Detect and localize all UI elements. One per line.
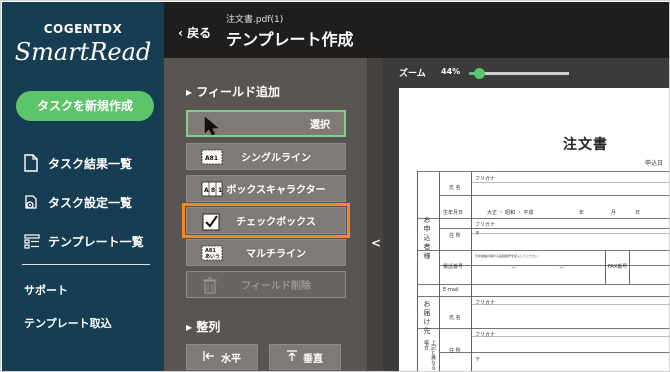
collapse-chevron-icon: < — [371, 236, 382, 250]
icon-text-single: A81 — [205, 155, 218, 162]
checkbox-button[interactable]: チェックボックス — [182, 203, 350, 238]
zoom-slider[interactable] — [469, 68, 569, 79]
box-character-button[interactable]: A81 ボックスキャラクター — [186, 175, 346, 202]
furigana-label: フリガナ — [475, 332, 496, 338]
box-character-icon: A81 — [201, 180, 223, 198]
align-vertical-button[interactable]: 垂直 — [269, 344, 341, 370]
phone-note: 日中連絡の取れる電話番号を記入してください — [475, 254, 538, 258]
postal-mark: 〒 — [475, 231, 481, 237]
delete-field-button[interactable]: フィールド削除 — [186, 271, 346, 298]
align-horizontal-button[interactable]: 水平 — [186, 344, 258, 370]
field-add-heading[interactable]: ▸ フィールド追加 — [186, 83, 280, 100]
section-delivery-note: 上記と異なる場合 — [423, 340, 436, 370]
fax-label: FAX番号 — [608, 264, 628, 270]
icon-text-multi: あいう — [205, 253, 220, 260]
furigana-label: フリガナ — [475, 176, 496, 182]
address-label: 住 所 — [449, 233, 461, 239]
panel-collapse-toggle[interactable]: < — [367, 58, 383, 371]
zoom-value: 44% — [441, 67, 461, 76]
back-button[interactable]: ‹ 戻る — [178, 24, 211, 41]
single-line-icon: A81 — [201, 148, 223, 166]
multi-line-button[interactable]: A81 あいう マルチライン — [186, 239, 346, 266]
address-label: 住 所 — [449, 348, 461, 354]
zoom-slider-thumb[interactable] — [474, 68, 485, 79]
phone-label: 電話番号 — [443, 264, 464, 270]
brand-logo[interactable]: SmartRead — [2, 38, 164, 66]
sidebar-item-task-results[interactable]: タスク結果一覧 — [24, 151, 132, 175]
phone-dash-1: － — [511, 265, 517, 271]
document-viewer: ズーム 44% 注文書 申込日 お申込者様 お届け先 上記と異なる場合 フリガナ… — [383, 58, 669, 371]
brand-company-text: COGENT — [43, 22, 103, 36]
section-applicant-label: お申込者様 — [423, 216, 431, 261]
section-delivery-label: お届け先 — [423, 300, 431, 336]
svg-text:8: 8 — [211, 187, 215, 194]
sidebar-item-task-settings[interactable]: タスク設定一覧 — [24, 190, 132, 214]
trash-icon — [201, 276, 221, 294]
align-horizontal-label: 水平 — [221, 353, 241, 365]
svg-text:A: A — [204, 187, 209, 194]
furigana-label: フリガナ — [475, 222, 496, 228]
field-panel: ▸ フィールド追加 選択 A81 シングルライン A81 ボックスキャラクター … — [164, 58, 367, 371]
sidebar-divider — [22, 264, 150, 265]
brand-company-suffix: DX — [102, 22, 123, 36]
settings-gear-icon — [24, 193, 40, 211]
zoom-label: ズーム — [399, 69, 426, 79]
document-icon — [24, 154, 40, 172]
furigana-label: フリガナ — [475, 300, 496, 306]
svg-text:1: 1 — [218, 187, 222, 194]
checkbox-icon — [201, 212, 221, 231]
align-heading[interactable]: ▸ 整列 — [186, 318, 220, 335]
new-task-button[interactable]: タスクを新規作成 — [16, 91, 154, 121]
sidebar-item-label: タスク結果一覧 — [48, 156, 133, 171]
sidebar: COGENTDX SmartRead タスクを新規作成 タスク結果一覧 タスク設… — [2, 2, 164, 371]
align-vertical-label: 垂直 — [303, 353, 323, 365]
name-label: 氏 名 — [449, 315, 461, 321]
brand-company: COGENTDX — [2, 22, 164, 36]
single-line-button[interactable]: A81 シングルライン — [186, 143, 346, 170]
document-page[interactable]: 注文書 申込日 お申込者様 お届け先 上記と異なる場合 フリガナ 氏 名 生年月… — [399, 88, 669, 371]
multi-line-icon: A81 あいう — [201, 244, 223, 262]
sidebar-item-support[interactable]: サポート — [24, 282, 68, 298]
sidebar-item-label: タスク設定一覧 — [48, 195, 133, 210]
app-window: COGENTDX SmartRead タスクを新規作成 タスク結果一覧 タスク設… — [0, 0, 670, 372]
file-name: 注文書.pdf(1) — [226, 15, 284, 25]
sidebar-item-template-list[interactable]: テンプレート一覧 — [24, 229, 144, 253]
header-bar: ‹ 戻る 注文書.pdf(1) テンプレート作成 — [164, 2, 669, 58]
align-left-icon — [203, 350, 215, 364]
email-label: E-mail — [443, 287, 459, 293]
align-top-icon — [287, 349, 297, 365]
cursor-arrow-icon — [202, 116, 222, 136]
postal-mark: 〒 — [475, 357, 481, 363]
phone-dash-2: － — [559, 265, 565, 271]
sidebar-item-label: テンプレート一覧 — [48, 234, 144, 249]
template-list-icon — [24, 232, 40, 250]
name-label: 氏 名 — [449, 185, 461, 191]
month-label: 月 — [611, 210, 617, 216]
page-title: テンプレート作成 — [226, 30, 354, 49]
era-options: 大正 ・ 昭和 ・ 平成 — [487, 210, 534, 216]
document-title: 注文書 — [563, 137, 608, 153]
day-label: 日 — [635, 210, 641, 216]
birth-label: 生年月日 — [443, 210, 464, 216]
sidebar-item-template-import[interactable]: テンプレート取込 — [24, 315, 112, 331]
year-label: 年 — [579, 210, 585, 216]
select-tool-button[interactable]: 選択 — [186, 110, 346, 137]
document-date-label: 申込日 — [645, 160, 664, 167]
